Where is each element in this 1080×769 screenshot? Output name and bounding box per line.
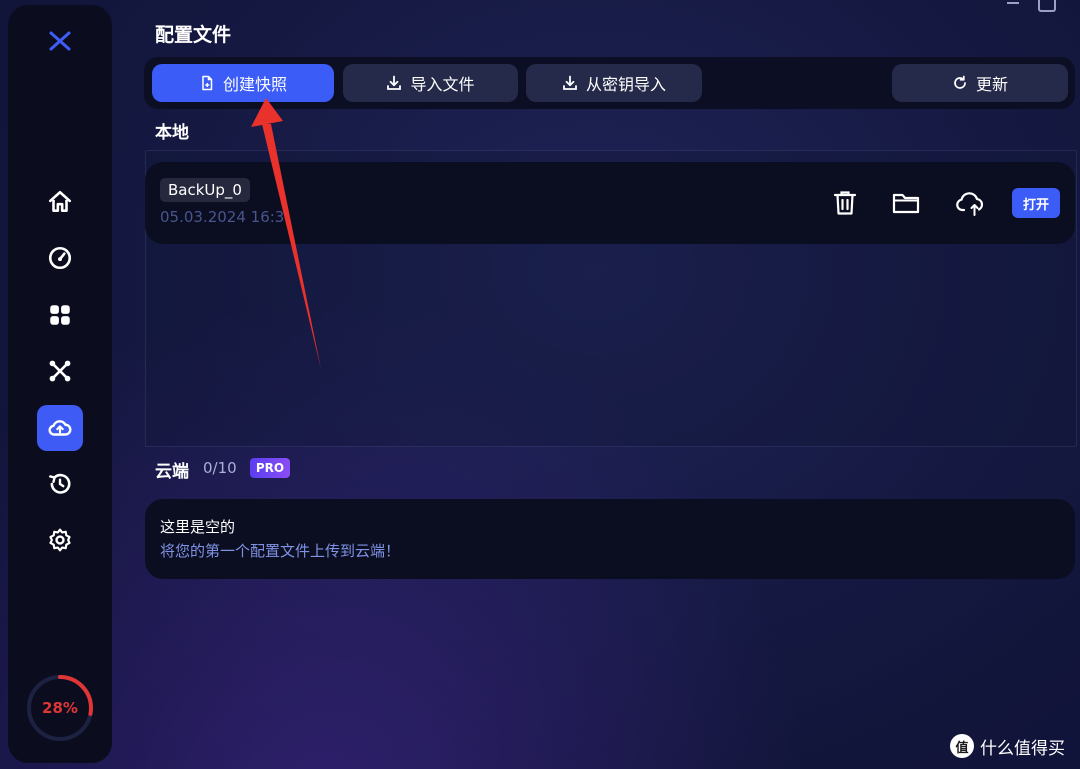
watermark-logo: 值 xyxy=(950,734,974,758)
backup-date: 05.03.2024 16:3 xyxy=(160,208,285,226)
profile-toolbar: 创建快照 导入文件 从密钥导入 更新 xyxy=(144,57,1075,109)
watermark-text: 什么值得买 xyxy=(980,738,1065,759)
cloud-quota: 0/10 xyxy=(203,459,237,477)
sidebar-item-performance[interactable] xyxy=(37,235,83,281)
create-snapshot-button[interactable]: 创建快照 xyxy=(152,64,334,102)
sidebar-item-cloud[interactable] xyxy=(37,405,83,451)
cloud-upload-icon xyxy=(48,420,72,436)
backup-name: BackUp_0 xyxy=(160,178,250,202)
page-title: 配置文件 xyxy=(155,24,232,46)
import-file-label: 导入文件 xyxy=(410,75,475,94)
sidebar-item-settings[interactable] xyxy=(37,517,83,563)
trash-icon xyxy=(833,191,857,215)
pro-badge: PRO xyxy=(250,458,290,478)
empty-state-subtitle: 将您的第一个配置文件上传到云端！ xyxy=(160,542,401,560)
cloud-upload-icon xyxy=(956,192,984,216)
cloud-empty-state: 这里是空的 将您的第一个配置文件上传到云端！ xyxy=(145,499,1075,579)
empty-state-title: 这里是空的 xyxy=(160,518,236,536)
cloud-section-title: 云端 xyxy=(155,462,189,482)
import-file-button[interactable]: 导入文件 xyxy=(343,64,518,102)
upload-to-cloud-button[interactable] xyxy=(955,188,985,218)
create-snapshot-label: 创建快照 xyxy=(222,75,287,94)
download-icon xyxy=(563,75,577,90)
open-folder-button[interactable] xyxy=(891,188,921,218)
sidebar-item-network[interactable] xyxy=(37,348,83,394)
refresh-icon xyxy=(954,75,966,89)
settings-icon xyxy=(49,528,71,552)
watermark: 值 什么值得买 xyxy=(950,733,1065,759)
folder-icon xyxy=(892,193,920,214)
home-icon xyxy=(48,190,72,212)
sidebar: 28% xyxy=(8,5,112,763)
refresh-label: 更新 xyxy=(975,75,1008,94)
cpu-usage-value: 28% xyxy=(42,699,78,717)
app-logo-icon xyxy=(48,29,72,53)
network-icon xyxy=(49,360,71,382)
cpu-usage-gauge: 28% xyxy=(25,673,95,743)
sidebar-item-home[interactable] xyxy=(37,179,83,225)
history-icon xyxy=(49,473,71,494)
import-from-key-button[interactable]: 从密钥导入 xyxy=(526,64,702,102)
maximize-icon[interactable] xyxy=(1038,0,1056,12)
download-icon xyxy=(387,75,402,90)
local-section-title: 本地 xyxy=(155,123,189,143)
sidebar-item-apps[interactable] xyxy=(37,292,83,338)
speedometer-icon xyxy=(48,246,72,270)
minimize-icon[interactable] xyxy=(1007,2,1019,4)
open-button[interactable]: 打开 xyxy=(1012,188,1060,218)
refresh-button[interactable]: 更新 xyxy=(892,64,1068,102)
new-file-icon xyxy=(202,75,213,91)
import-from-key-label: 从密钥导入 xyxy=(585,75,666,94)
delete-button[interactable] xyxy=(830,188,860,218)
apps-grid-icon xyxy=(50,305,70,325)
sidebar-item-history[interactable] xyxy=(37,461,83,507)
list-item: BackUp_0 05.03.2024 16:3 打开 xyxy=(145,162,1075,244)
